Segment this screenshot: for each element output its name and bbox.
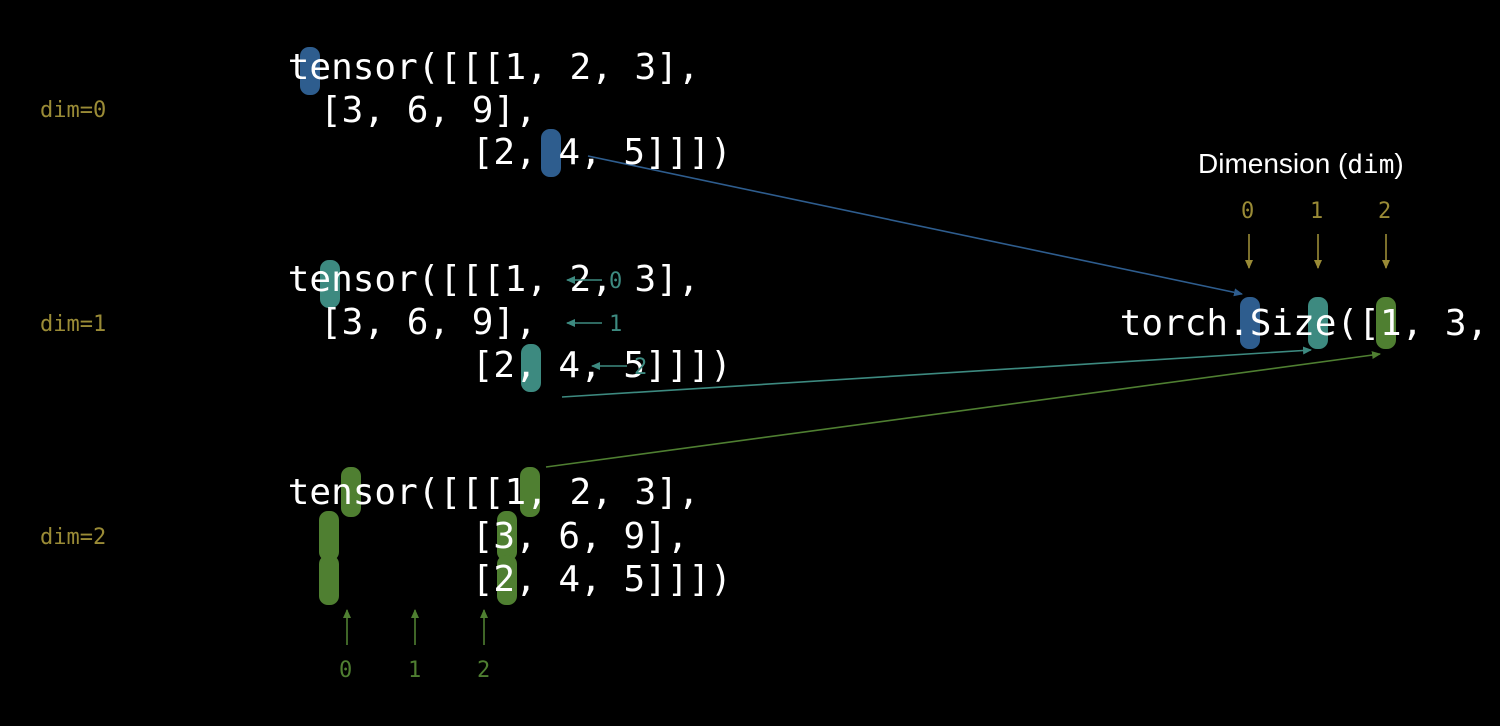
- dim0-label: dim=0: [40, 98, 106, 123]
- dim2-row2-end: ,: [667, 516, 689, 557]
- tensor-block-dim2: tensor([[[1, 2, 3], [3, 6, 9], [2, 4, 5]…: [136, 472, 840, 683]
- dim-index-2: 2: [1378, 199, 1391, 224]
- dim2-row3-open: [: [472, 559, 494, 600]
- dim2-row1-values: 1, 2, 3: [504, 472, 656, 513]
- dim0-line1-prefix: tensor(: [288, 47, 440, 88]
- dim2-row2-open: [: [472, 516, 494, 557]
- dim2-row3-close: ]: [645, 559, 667, 600]
- torch-size-value1: 3: [1445, 303, 1467, 344]
- torch-size-sep1: ,: [1402, 303, 1445, 344]
- dim1-label: dim=1: [40, 312, 106, 337]
- dim2-line2: [3, 6, 9],: [320, 516, 797, 557]
- tensor-block-dim0: tensor([[[1, 2, 3], [3, 6, 9], [2, 4, 5]…: [136, 47, 840, 173]
- dim1-line2: [3, 6, 9],: [320, 302, 537, 343]
- torch-size-text: torch.Size([1, 3, 3]): [968, 303, 1500, 344]
- dimension-heading-text: Dimension (: [1198, 148, 1348, 179]
- dim2-line1-a: tensor([[: [288, 472, 483, 513]
- dim1-row2-label: 2: [634, 355, 647, 380]
- torch-size-prefix: torch.Size([: [1120, 303, 1380, 344]
- dim0-line3-main: [2, 4, 5]]: [472, 132, 689, 173]
- tensor-dimension-diagram: dim=0 dim=1 dim=2 tensor([[[1, 2, 3], [3…: [40, 47, 1500, 683]
- dim2-row1-end: ,: [678, 472, 700, 513]
- dim0-line1: tensor([[[1, 2, 3],: [136, 47, 808, 88]
- dim1-row0-label: 0: [609, 269, 622, 294]
- dimension-heading-code: dim: [1347, 150, 1394, 180]
- dim2-row1-close: ]: [656, 472, 678, 513]
- dim2-row3-end: ]]): [667, 559, 732, 600]
- dim1-line3: [2, 4, 5]]]): [320, 345, 840, 386]
- torch-size-panel: Dimension (dim) 0 1 2 torch.Size([1, 3, …: [968, 148, 1500, 344]
- dim2-row2-close: ]: [645, 516, 667, 557]
- dim-index-0: 0: [1241, 199, 1254, 224]
- dim1-close-bracket: ]: [667, 345, 689, 386]
- dim2-col2-label: 2: [477, 658, 490, 683]
- dimension-heading: Dimension (dim): [1198, 148, 1404, 180]
- dim-index-1: 1: [1310, 199, 1323, 224]
- dim0-open-bracket: [: [439, 47, 461, 88]
- tensor-block-dim1: tensor([[[1, 2, 3], [3, 6, 9], [2, 4, 5]…: [136, 259, 840, 386]
- dim0-line1-rest: [[1, 2, 3],: [461, 47, 699, 88]
- dim2-col0-label: 0: [339, 658, 352, 683]
- dim2-col1-label: 1: [408, 658, 421, 683]
- dim2-line3: [2, 4, 5]]]): [320, 559, 840, 600]
- dim2-row2-values: 3, 6, 9: [493, 516, 645, 557]
- torch-size-sep2: ,: [1467, 303, 1500, 344]
- dim1-line1-a: tensor([: [288, 259, 461, 300]
- dim2-row1-open: [: [483, 472, 505, 513]
- dim0-line2: [3, 6, 9],: [320, 90, 537, 131]
- dim0-close-bracket: ]: [688, 132, 710, 173]
- dim0-line3: [2, 4, 5]]]): [320, 132, 840, 173]
- dim2-row3-values: 2, 4, 5: [493, 559, 645, 600]
- dim2-label: dim=2: [40, 525, 106, 550]
- dim2-line1: tensor([[[1, 2, 3],: [136, 472, 808, 513]
- dim1-line1: tensor([[[1, 2, 3],: [136, 259, 808, 300]
- dimension-heading-close: ): [1394, 148, 1403, 179]
- dim1-line3-end: ]): [688, 345, 731, 386]
- dim0-close-paren: ): [710, 132, 732, 173]
- torch-size-value0: 1: [1380, 303, 1402, 344]
- dim1-open-bracket: [: [461, 259, 483, 300]
- dim1-row1-label: 1: [609, 312, 622, 337]
